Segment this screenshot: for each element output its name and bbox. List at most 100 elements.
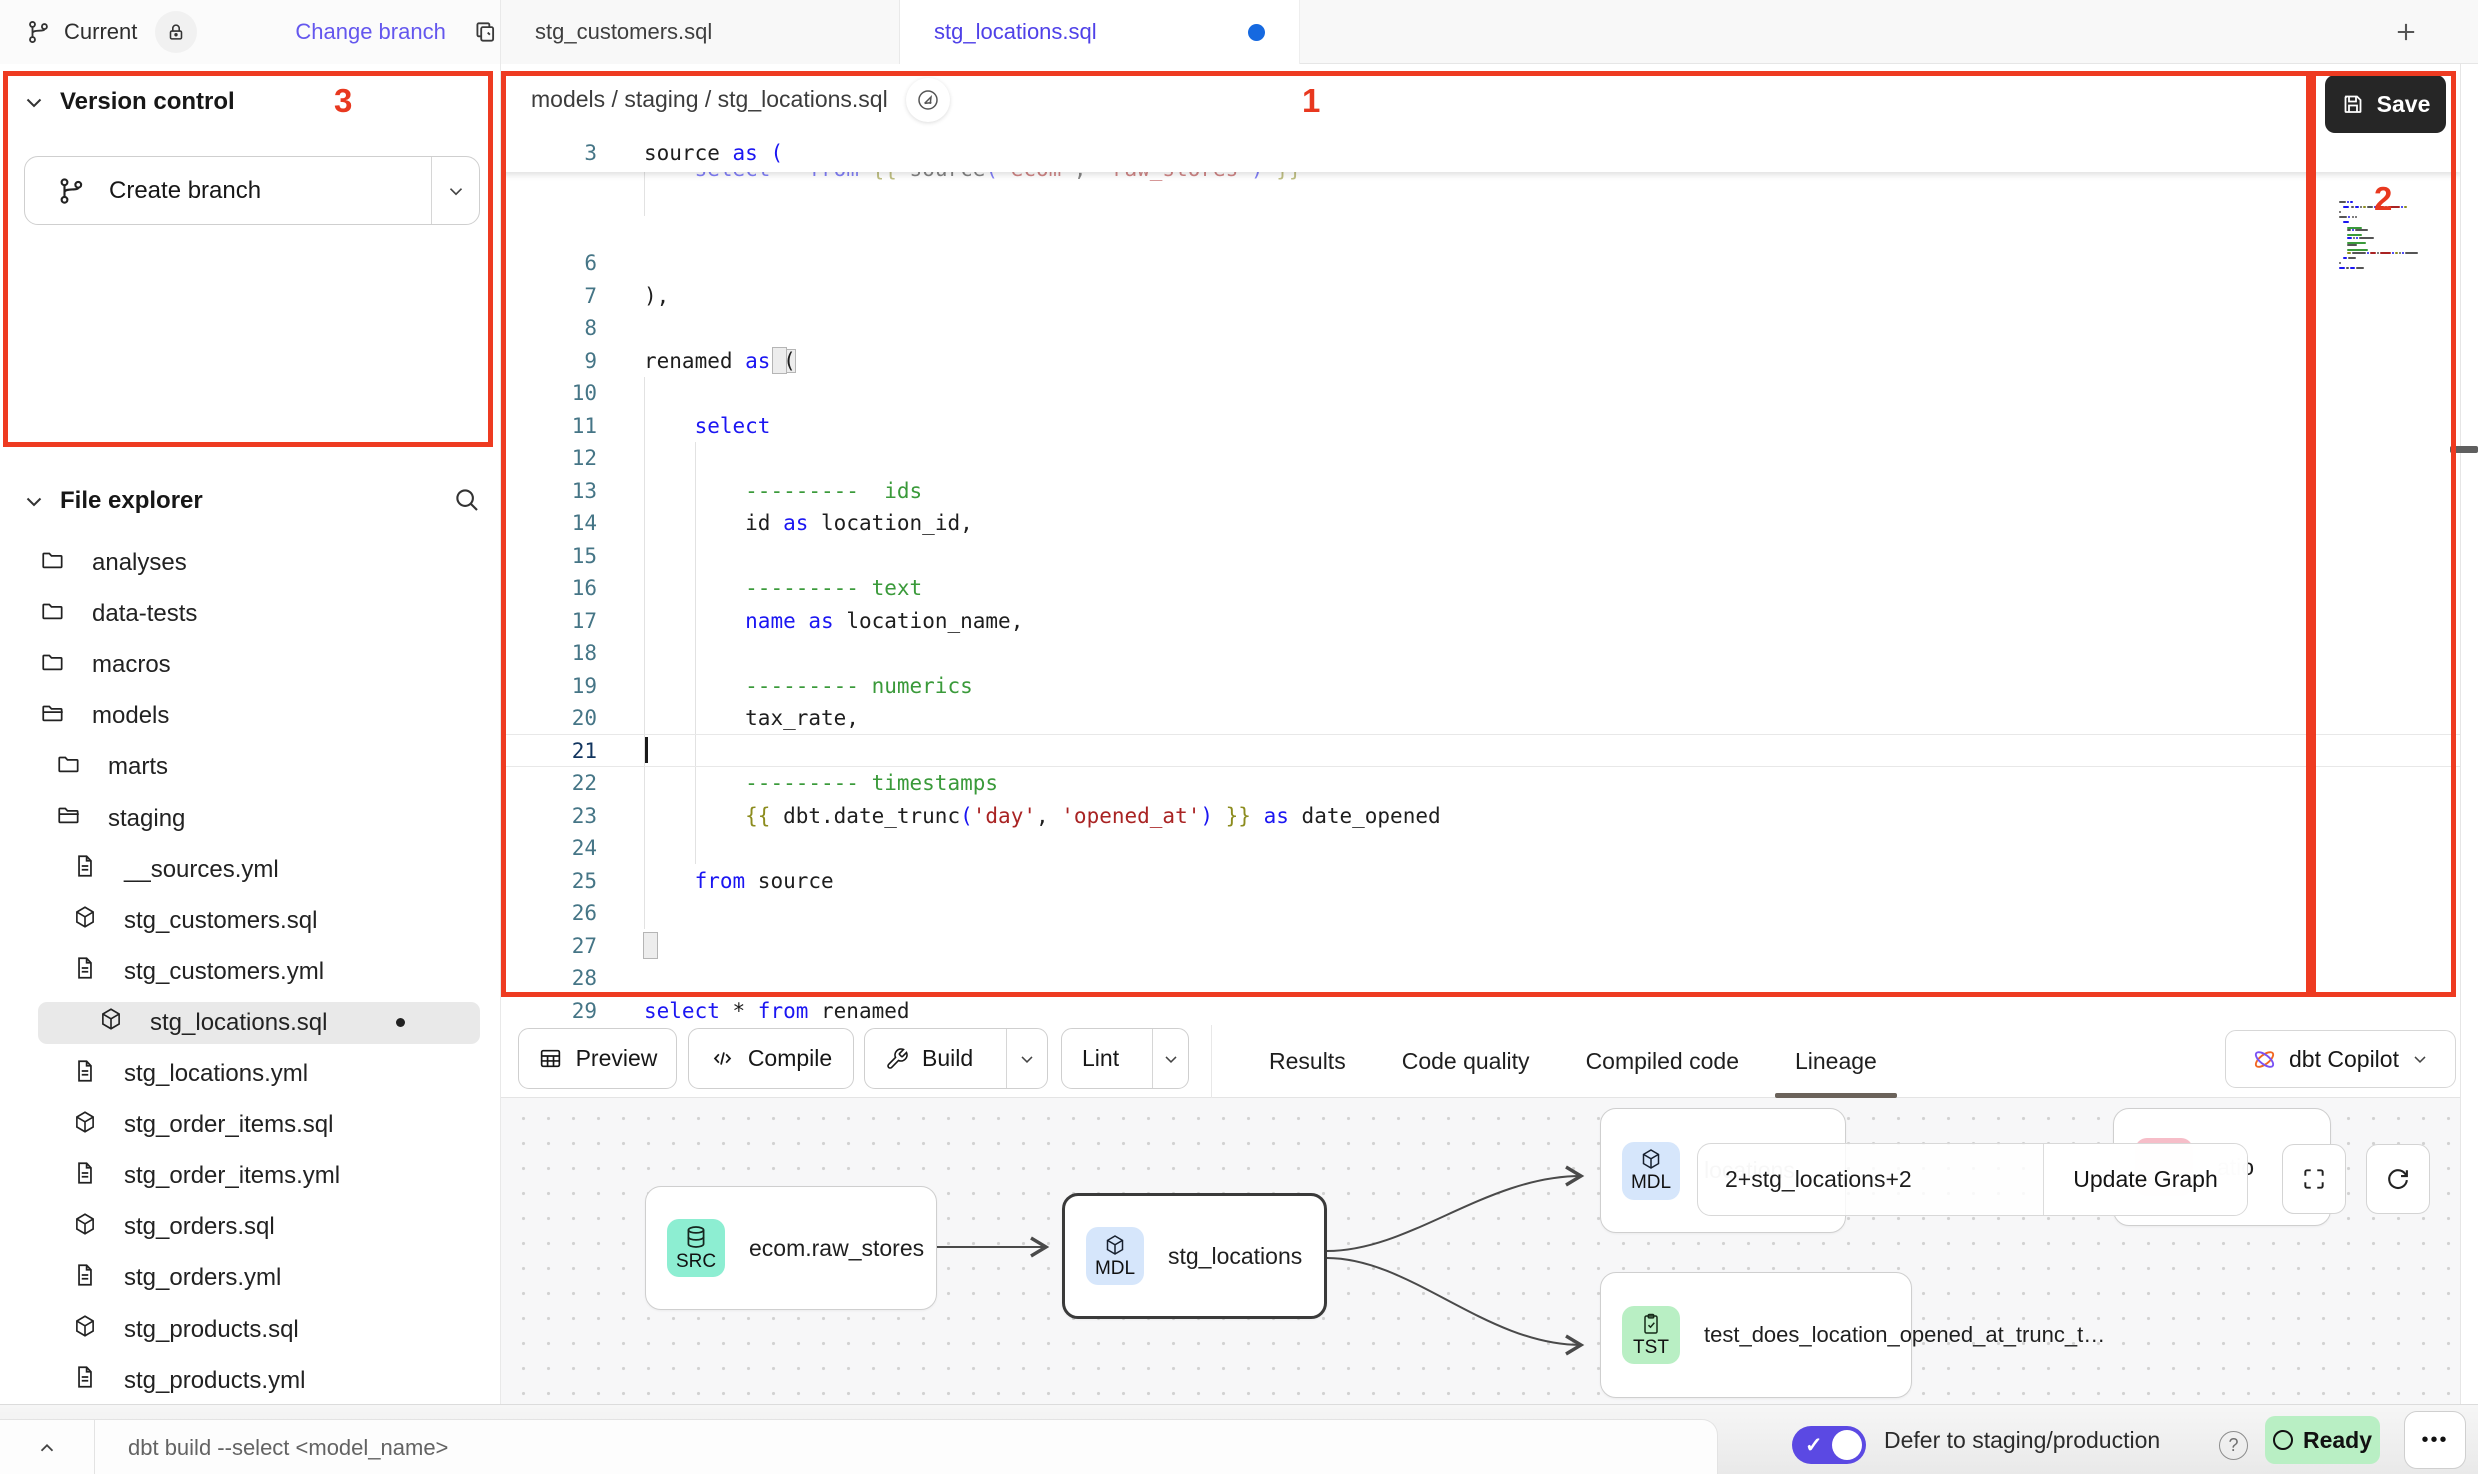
file-row-models[interactable]: models bbox=[40, 695, 169, 737]
save-icon bbox=[2341, 92, 2365, 116]
command-input[interactable]: dbt build --select <model_name> bbox=[128, 1420, 448, 1474]
lock-icon bbox=[165, 21, 187, 43]
file-row--sources-yml[interactable]: __sources.yml bbox=[72, 849, 279, 891]
file-row-stg-orders-yml[interactable]: stg_orders.yml bbox=[72, 1257, 281, 1299]
tab-results[interactable]: Results bbox=[1269, 1025, 1346, 1098]
code-text: id as location_id, bbox=[644, 507, 973, 540]
file-row-stg-order-items-sql[interactable]: stg_order_items.sql bbox=[72, 1104, 333, 1146]
copy-icon[interactable] bbox=[472, 19, 498, 45]
code-text: --------- timestamps bbox=[644, 767, 998, 800]
minimap-line bbox=[2367, 252, 2369, 254]
minimap-line bbox=[2352, 252, 2367, 254]
table-icon bbox=[538, 1046, 563, 1071]
minimap-line bbox=[2355, 216, 2357, 218]
code-icon bbox=[710, 1046, 735, 1071]
code-line bbox=[501, 735, 2460, 768]
current-branch-label: Current bbox=[64, 19, 137, 45]
lineage-fullscreen-button[interactable] bbox=[2282, 1144, 2346, 1214]
build-main[interactable]: Build bbox=[865, 1029, 993, 1088]
build-dropdown[interactable] bbox=[1006, 1029, 1047, 1088]
top-bar: Current Change branch stg_customers.sql … bbox=[0, 0, 2478, 64]
create-branch-dropdown[interactable] bbox=[431, 157, 479, 224]
version-control-header[interactable]: Version control bbox=[22, 88, 235, 116]
help-icon[interactable]: ? bbox=[2219, 1431, 2248, 1460]
lineage-node-ecom-raw-stores[interactable]: SRC ecom.raw_stores bbox=[645, 1186, 937, 1310]
file-label: stg_locations.sql bbox=[150, 1009, 327, 1037]
result-tabs: Results Code quality Compiled code Linea… bbox=[1269, 1025, 1877, 1098]
model-badge: MDL bbox=[1086, 1227, 1144, 1285]
editor-minimap[interactable] bbox=[2337, 201, 2453, 281]
file-row-stg-products-yml[interactable]: stg_products.yml bbox=[72, 1360, 305, 1402]
more-options-button[interactable]: ••• bbox=[2404, 1411, 2466, 1469]
minimap-line bbox=[2374, 206, 2376, 208]
code-text: select * from {{ source('ecom', 'raw_sto… bbox=[644, 172, 1302, 185]
copilot-label: dbt Copilot bbox=[2289, 1046, 2399, 1073]
lineage-canvas[interactable]: SRC ecom.raw_stores MDL stg_locations MD… bbox=[501, 1098, 2460, 1404]
change-branch-link[interactable]: Change branch bbox=[295, 19, 445, 45]
collapse-panel-button[interactable] bbox=[0, 1420, 95, 1474]
create-branch-button[interactable]: Create branch bbox=[24, 156, 480, 225]
lint-main[interactable]: Lint bbox=[1062, 1029, 1139, 1088]
chevron-down-icon bbox=[2410, 1049, 2430, 1069]
minimap-line bbox=[2377, 252, 2379, 254]
file-label: stg_order_items.sql bbox=[124, 1111, 333, 1139]
file-search-icon[interactable] bbox=[452, 485, 482, 515]
file-row-stg-customers-yml[interactable]: stg_customers.yml bbox=[72, 951, 324, 993]
file-row-data-tests[interactable]: data-tests bbox=[40, 593, 197, 635]
bracket-match-highlight bbox=[772, 347, 787, 374]
editor-tab-stg-locations[interactable]: stg_locations.sql bbox=[900, 0, 1300, 64]
create-branch-main[interactable]: Create branch bbox=[25, 176, 431, 206]
editor-toolbar: Preview Compile Build Lint Results bbox=[501, 1025, 2460, 1098]
lineage-node-stg-locations[interactable]: MDL stg_locations bbox=[1062, 1193, 1327, 1319]
editor-tab-stg-customers[interactable]: stg_customers.sql bbox=[501, 0, 900, 64]
file-row-stg-locations-sql[interactable]: stg_locations.sql bbox=[38, 1002, 480, 1044]
file-row-stg-orders-sql[interactable]: stg_orders.sql bbox=[72, 1206, 275, 1248]
lint-dropdown[interactable] bbox=[1152, 1029, 1188, 1088]
file-row-stg-customers-sql[interactable]: stg_customers.sql bbox=[72, 900, 317, 942]
code-line bbox=[501, 962, 2460, 995]
lineage-selector-bar: 2+stg_locations+2 Update Graph bbox=[1697, 1143, 2248, 1216]
new-tab-button[interactable] bbox=[2384, 10, 2428, 54]
tab-code-quality[interactable]: Code quality bbox=[1402, 1025, 1530, 1098]
minimap-line bbox=[2395, 252, 2398, 254]
lineage-refresh-button[interactable] bbox=[2366, 1144, 2430, 1214]
copilot-edit-icon[interactable] bbox=[906, 78, 950, 122]
file-row-stg-products-sql[interactable]: stg_products.sql bbox=[72, 1309, 299, 1351]
file-explorer-header[interactable]: File explorer bbox=[22, 487, 203, 515]
toggle-check-icon: ✓ bbox=[1805, 1433, 1823, 1458]
code-line: --------- timestamps bbox=[501, 767, 2460, 800]
file-row-marts[interactable]: marts bbox=[56, 746, 168, 788]
build-button[interactable]: Build bbox=[864, 1028, 1048, 1089]
lineage-selector-input[interactable]: 2+stg_locations+2 bbox=[1698, 1144, 2043, 1215]
defer-toggle[interactable]: ✓ bbox=[1792, 1426, 1866, 1464]
file-row-stg-order-items-yml[interactable]: stg_order_items.yml bbox=[72, 1155, 340, 1197]
save-button[interactable]: Save bbox=[2325, 75, 2446, 133]
minimap-line bbox=[2356, 237, 2358, 239]
minimap-line bbox=[2339, 201, 2346, 203]
tab-compiled-code[interactable]: Compiled code bbox=[1586, 1025, 1739, 1098]
code-line bbox=[501, 247, 2460, 280]
preview-button[interactable]: Preview bbox=[518, 1028, 677, 1089]
minimap-line bbox=[2388, 206, 2401, 208]
node-label: stg_locations bbox=[1168, 1243, 1302, 1270]
test-badge: TST bbox=[1622, 1306, 1680, 1364]
code-text: --------- numerics bbox=[644, 670, 973, 703]
compile-button[interactable]: Compile bbox=[688, 1028, 854, 1089]
file-row-staging[interactable]: staging bbox=[56, 798, 185, 840]
tab-lineage[interactable]: Lineage bbox=[1795, 1025, 1877, 1098]
file-row-macros[interactable]: macros bbox=[40, 644, 171, 686]
file-row-stg-locations-yml[interactable]: stg_locations.yml bbox=[72, 1053, 308, 1095]
minimap-line bbox=[2343, 206, 2349, 208]
doc-icon bbox=[72, 955, 98, 988]
minimap-line bbox=[2356, 267, 2364, 269]
code-editor[interactable]: 67),89renamed as (1011 select1213 ------… bbox=[501, 135, 2460, 1081]
panel-resize-handle[interactable] bbox=[2450, 446, 2478, 453]
file-row-analyses[interactable]: analyses bbox=[40, 542, 187, 584]
update-graph-button[interactable]: Update Graph bbox=[2043, 1144, 2247, 1215]
minimap-line bbox=[2351, 206, 2354, 208]
dbt-copilot-button[interactable]: dbt Copilot bbox=[2225, 1030, 2456, 1088]
code-line bbox=[501, 442, 2460, 475]
lint-button[interactable]: Lint bbox=[1061, 1028, 1189, 1089]
lineage-node-test[interactable]: TST test_does_location_opened_at_trunc_t… bbox=[1600, 1272, 1912, 1398]
code-line: {{ dbt.date_trunc('day', 'opened_at') }}… bbox=[501, 800, 2460, 833]
